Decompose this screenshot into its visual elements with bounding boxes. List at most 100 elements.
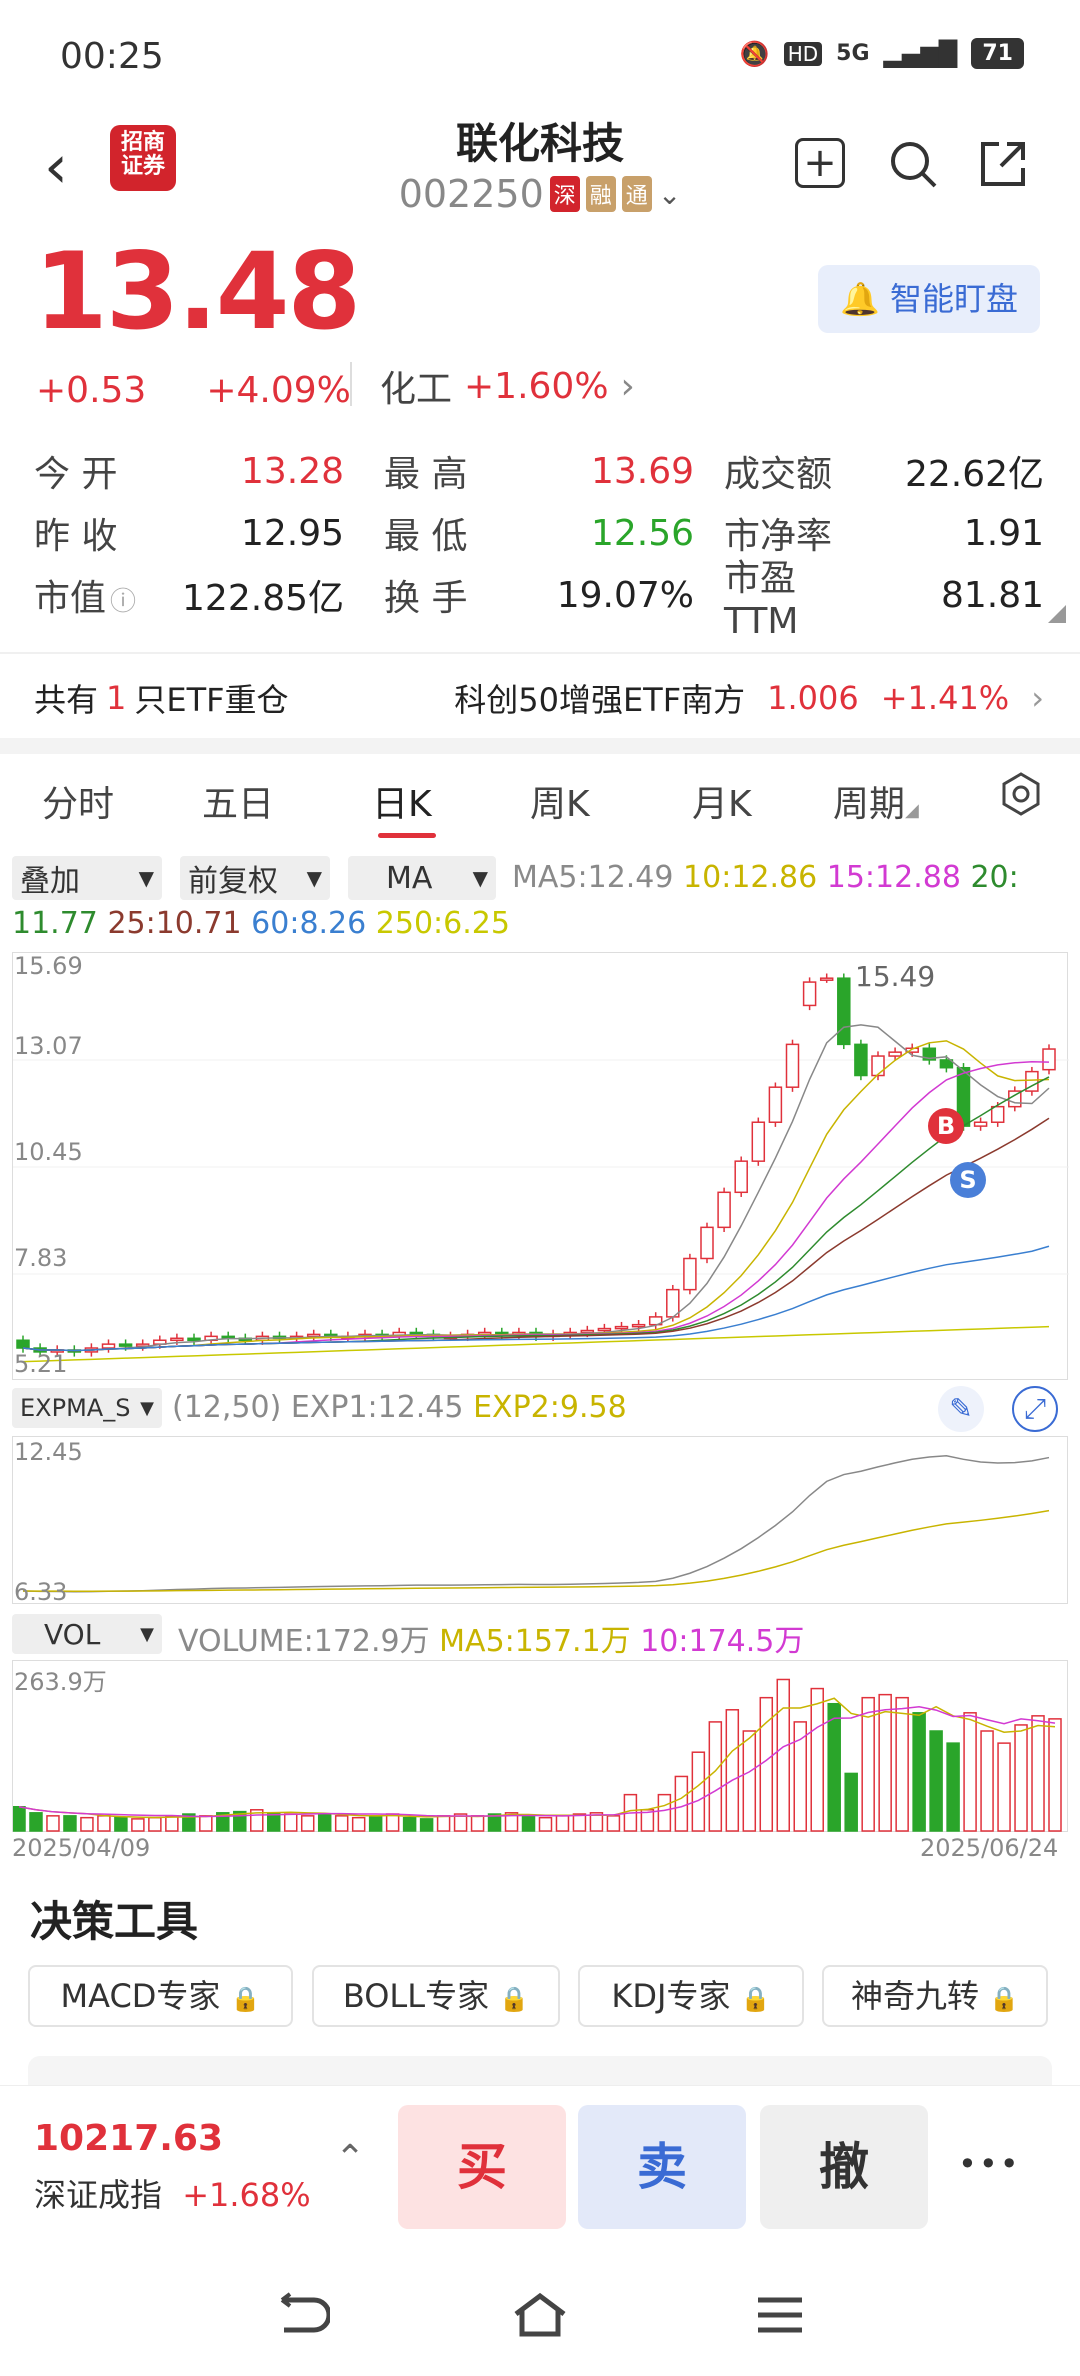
macd-expert-button[interactable]: MACD专家 🔒: [28, 1965, 293, 2027]
volume-bar: [844, 1772, 858, 1832]
sell-button[interactable]: 卖: [578, 2105, 746, 2229]
volume-bar: [1014, 1724, 1028, 1832]
edit-icon[interactable]: ✎: [938, 1386, 984, 1432]
candle-body: [580, 1329, 595, 1334]
mktcap-label[interactable]: 市值 ⓘ: [34, 569, 164, 621]
tools-title: 决策工具: [30, 1897, 199, 1946]
tab-daily-k[interactable]: 日K: [372, 775, 432, 827]
candle-body: [837, 977, 851, 1046]
boll-expert-button[interactable]: BOLL专家 🔒: [312, 1965, 560, 2027]
expand-corner-icon[interactable]: [1048, 605, 1066, 623]
more-icon[interactable]: •••: [958, 2145, 1021, 2183]
candle-body: [768, 1086, 783, 1123]
tab-intraday[interactable]: 分时: [42, 775, 114, 827]
volume-bar: [521, 1815, 536, 1832]
current-price: 13.48: [34, 230, 361, 353]
volume-bar: [351, 1816, 366, 1832]
settings-icon[interactable]: [998, 771, 1044, 826]
volume-bar: [606, 1815, 621, 1832]
index-value[interactable]: 10217.63: [34, 2118, 223, 2159]
kdj-expert-button[interactable]: KDJ专家 🔒: [578, 1965, 804, 2027]
tab-monthly-k[interactable]: 月K: [692, 775, 752, 827]
open-label: 今 开: [34, 454, 118, 495]
adjust-dropdown[interactable]: 前复权 ▼: [180, 856, 330, 900]
chevron-down-icon: ⌄: [657, 177, 682, 211]
high-value: 13.69: [590, 450, 694, 492]
price-change-row: +0.53 +4.09%: [36, 370, 351, 411]
search-icon[interactable]: [885, 138, 941, 194]
etf-price: 1.006: [767, 679, 859, 717]
expma-dropdown[interactable]: EXPMA_S ▼: [12, 1388, 162, 1428]
menu-nav-icon[interactable]: [745, 2290, 815, 2350]
ma-line-25: [22, 1117, 1050, 1352]
overlay-dropdown[interactable]: 叠加 ▼: [12, 856, 162, 900]
candle-body: [666, 1288, 680, 1318]
tab-period[interactable]: 周期◢: [833, 775, 919, 827]
section-divider: [0, 738, 1080, 754]
magic-nine-button[interactable]: 神奇九转 🔒: [822, 1965, 1048, 2027]
volume-bar: [912, 1712, 926, 1832]
volume-bar: [776, 1678, 791, 1832]
index-name-row[interactable]: 深证成指 +1.68%: [34, 2170, 311, 2216]
volume-bar: [63, 1815, 77, 1832]
back-nav-icon[interactable]: [265, 2290, 335, 2350]
caret-down-icon: ▼: [140, 1397, 154, 1419]
info-icon[interactable]: ⓘ: [110, 587, 136, 617]
volume-bar: [963, 1712, 977, 1832]
sell-marker[interactable]: S: [950, 1162, 986, 1198]
y-tick: 10.45: [14, 1138, 83, 1166]
kline-svg: [13, 973, 1069, 1363]
volume-bar: [46, 1815, 60, 1832]
lock-icon: 🔒: [989, 1985, 1020, 2013]
low-label: 最 低: [384, 516, 468, 557]
ma-legend-line1: MA5:12.49 10:12.86 15:12.88 20:: [512, 860, 1019, 895]
volume-bar: [419, 1818, 434, 1832]
candle-body: [170, 1337, 184, 1342]
smart-watch-button[interactable]: 🔔 智能盯盘: [818, 265, 1040, 333]
fullscreen-icon[interactable]: ⤢: [1012, 1386, 1058, 1432]
y-tick: 5.21: [14, 1350, 68, 1378]
volume-chart[interactable]: [12, 1660, 1068, 1832]
tab-five-day[interactable]: 五日: [202, 775, 274, 827]
etf-row[interactable]: 共有 1 只ETF重仓 科创50增强ETF南方 1.006 +1.41% ›: [34, 675, 1044, 721]
sector-link[interactable]: 化工 +1.60% ›: [380, 360, 635, 412]
candle-body: [16, 1339, 30, 1349]
candle-body: [990, 1105, 1005, 1123]
kline-chart[interactable]: [12, 952, 1069, 1380]
low-value: 12.56: [590, 512, 694, 554]
volume-bar: [97, 1815, 111, 1832]
volume-bar: [895, 1696, 909, 1832]
volume-bar: [148, 1816, 162, 1832]
ma-line-20: [22, 1076, 1050, 1352]
x-start-date: 2025/04/09: [12, 1834, 151, 1862]
turnover-rate-value: 19.07%: [556, 574, 694, 616]
candle-body: [734, 1160, 748, 1194]
add-watchlist-icon[interactable]: +: [795, 138, 845, 188]
cancel-order-button[interactable]: 撤: [760, 2105, 928, 2229]
home-nav-icon[interactable]: [505, 2290, 575, 2350]
next-card-peek: [28, 2056, 1052, 2086]
chevron-up-icon[interactable]: ⌃: [335, 2138, 365, 2179]
y-tick: 7.83: [14, 1244, 68, 1272]
volume-bar: [317, 1813, 332, 1832]
turnover-rate-label: 换 手: [384, 578, 468, 619]
chart-tabs: 分时 五日 日K 周K 月K 周期◢: [0, 772, 1080, 845]
volume-bar: [199, 1815, 213, 1832]
vol-dropdown[interactable]: VOL ▼: [12, 1614, 162, 1654]
share-icon[interactable]: [975, 138, 1031, 194]
etf-change: +1.41%: [880, 679, 1010, 717]
triangle-icon: ◢: [905, 800, 919, 821]
buy-marker[interactable]: B: [928, 1108, 964, 1144]
y-tick: 15.69: [14, 952, 83, 980]
bell-icon: 🔔: [839, 280, 880, 318]
candle-body: [700, 1226, 714, 1260]
expma-chart[interactable]: [12, 1436, 1068, 1604]
candle-body: [118, 1343, 133, 1347]
volume-bar: [827, 1702, 841, 1832]
etf-name: 科创50增强ETF南方: [454, 681, 746, 719]
buy-button[interactable]: 买: [398, 2105, 566, 2229]
candle-body: [101, 1343, 116, 1349]
high-label: 最 高: [384, 454, 468, 495]
indicator-dropdown[interactable]: MA ▼: [348, 856, 496, 900]
tab-weekly-k[interactable]: 周K: [530, 775, 590, 827]
